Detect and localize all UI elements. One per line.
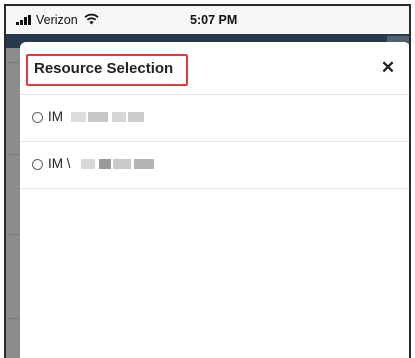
modal-header: Resource Selection ✕ [20,42,409,95]
redacted-text [134,159,154,169]
resource-option[interactable]: IM [20,95,409,142]
redacted-text [99,159,111,169]
close-icon[interactable]: ✕ [376,56,400,80]
backdrop-divider [6,234,20,235]
redacted-text [112,112,126,122]
backdrop-divider [6,154,20,155]
cellular-signal-icon [16,15,31,25]
status-time: 5:07 PM [190,13,238,27]
status-bar: Verizon 5:07 PM [6,6,409,34]
redacted-text [113,159,131,169]
modal-title: Resource Selection [34,60,174,77]
redacted-text [81,159,95,169]
backdrop-divider [6,62,20,63]
backdrop-divider [6,318,20,319]
resource-selection-modal: Resource Selection ✕ IM IM \ [20,42,409,358]
radio-button[interactable] [32,112,43,123]
carrier-name: Verizon [36,13,78,27]
redacted-text [128,112,144,122]
resource-option-label: IM [48,109,63,124]
redacted-text [88,112,108,122]
redacted-text [71,112,86,122]
resource-option[interactable]: IM \ [20,142,409,189]
wifi-icon [84,13,99,25]
device-screen: Verizon 5:07 PM Resource Selection ✕ IM [4,4,411,358]
radio-button[interactable] [32,159,43,170]
resource-option-label: IM \ [48,156,71,171]
